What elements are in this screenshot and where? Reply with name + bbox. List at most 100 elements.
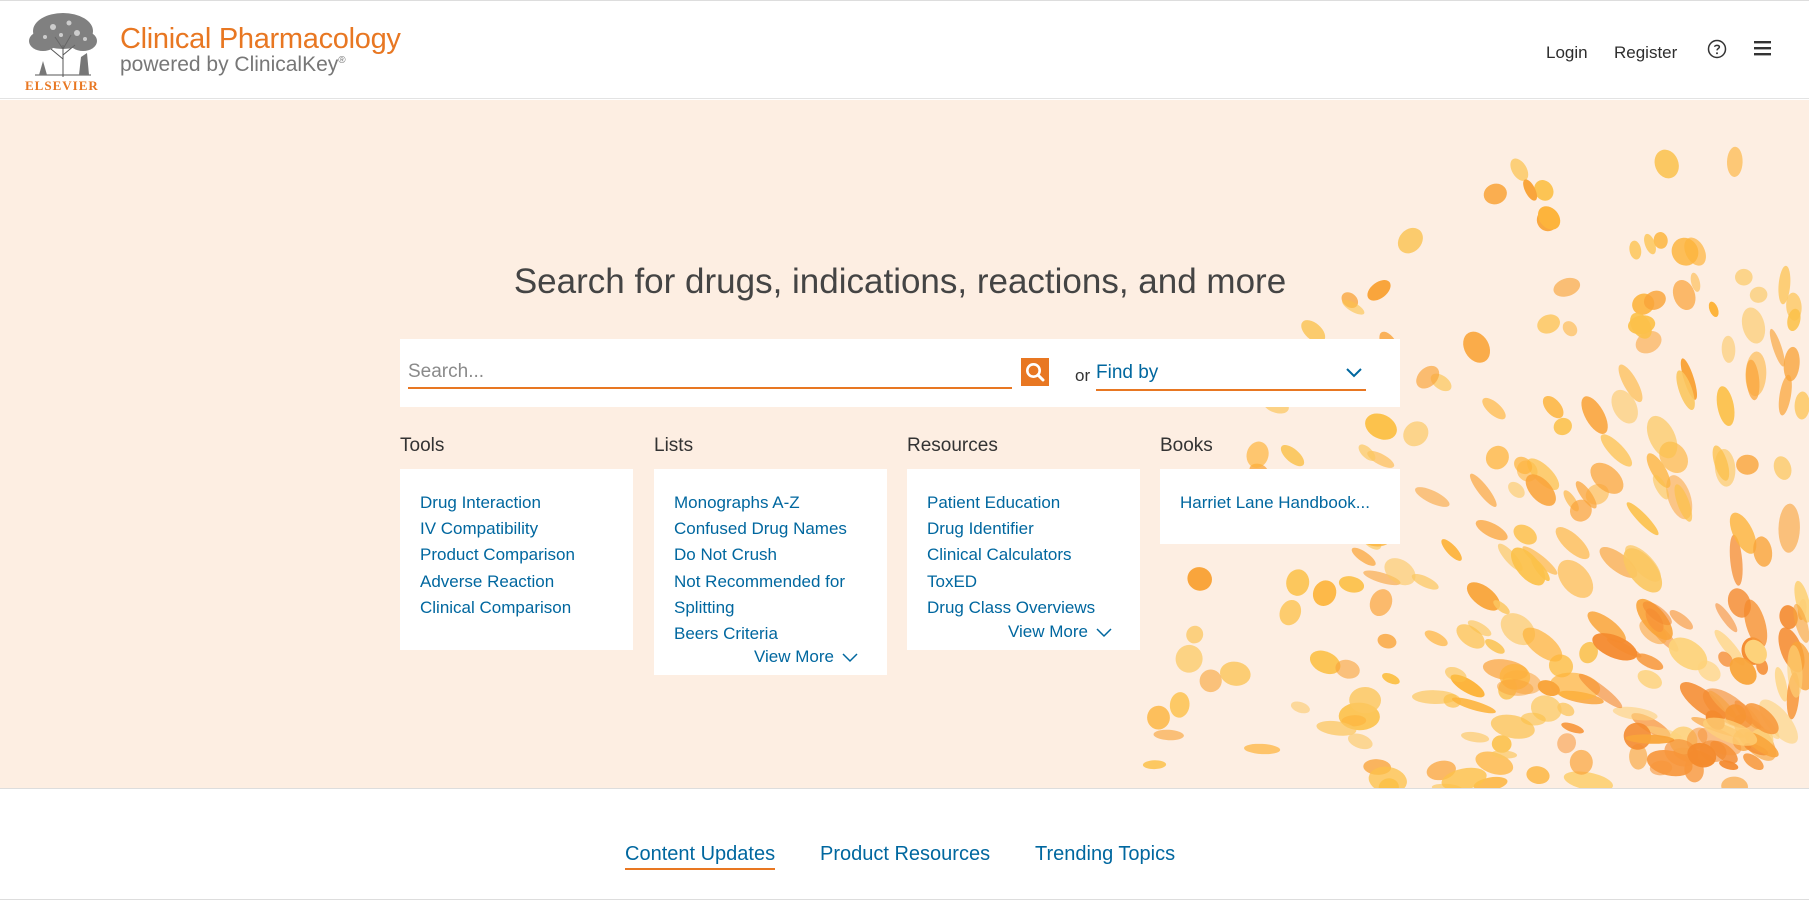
- decorative-petal: [1246, 441, 1269, 468]
- decorative-petal: [1508, 481, 1525, 498]
- search-input[interactable]: [408, 357, 1012, 389]
- brand-subtitle: powered by ClinicalKey®: [120, 53, 346, 77]
- books-card: Harriet Lane Handbook...: [1160, 469, 1400, 544]
- decorative-petal: [1290, 701, 1310, 714]
- decorative-petal: [1485, 639, 1505, 654]
- decorative-petal: [1773, 456, 1792, 480]
- tab-content-updates[interactable]: Content Updates: [625, 843, 776, 870]
- resources-heading: Resources: [907, 435, 998, 456]
- list-link-confused-drug-names[interactable]: Confused Drug Names: [674, 516, 887, 542]
- decorative-petal: [1557, 559, 1594, 598]
- lists-view-more-label: View More: [754, 647, 834, 666]
- chevron-down-icon: [842, 652, 858, 662]
- decorative-petal: [1569, 749, 1593, 775]
- tools-card: Drug Interaction IV Compatibility Produc…: [400, 469, 633, 650]
- decorative-petal: [1382, 673, 1400, 685]
- list-link-not-recommended[interactable]: Not Recommended for: [674, 569, 887, 595]
- registered-mark: ®: [338, 55, 346, 66]
- decorative-petal: [1384, 558, 1416, 586]
- decorative-petal: [1142, 760, 1167, 770]
- content-tabs: Content Updates Product Resources Trendi…: [0, 788, 1809, 900]
- decorative-petal: [1716, 386, 1735, 426]
- decorative-petal: [1369, 589, 1393, 617]
- decorative-petal: [1783, 346, 1800, 382]
- decorative-petal: [1637, 670, 1662, 689]
- decorative-petal: [1411, 573, 1439, 590]
- decorative-petal: [1244, 743, 1281, 755]
- find-by-dropdown[interactable]: Find by: [1096, 359, 1366, 391]
- decorative-petal: [1403, 421, 1429, 447]
- search-button[interactable]: [1021, 358, 1049, 386]
- magnifier-icon: [1026, 363, 1045, 382]
- resource-link-drug-identifier[interactable]: Drug Identifier: [927, 516, 1140, 542]
- decorative-petal: [1338, 576, 1365, 593]
- tab-product-resources[interactable]: Product Resources: [820, 843, 990, 868]
- tool-link-clinical-comparison[interactable]: Clinical Comparison: [420, 595, 633, 621]
- resource-link-drug-class-overviews[interactable]: Drug Class Overviews: [927, 595, 1140, 621]
- chevron-down-icon: [1346, 368, 1362, 378]
- resources-card: Patient Education Drug Identifier Clinic…: [907, 469, 1140, 650]
- list-link-beers-criteria[interactable]: Beers Criteria: [674, 621, 887, 647]
- or-label: or: [1075, 366, 1091, 385]
- search-panel: or Find by: [400, 339, 1400, 407]
- decorative-petal: [1147, 705, 1170, 730]
- login-link[interactable]: Login: [1546, 43, 1588, 63]
- books-heading: Books: [1160, 435, 1213, 456]
- decorative-petal: [1412, 690, 1457, 705]
- resources-view-more[interactable]: View More: [1008, 622, 1112, 642]
- decorative-petal: [1555, 527, 1590, 560]
- decorative-petal: [1279, 599, 1302, 626]
- decorative-petal: [1469, 473, 1497, 507]
- decorative-petals-illustration: [1142, 146, 1809, 788]
- decorative-petal: [1726, 146, 1743, 177]
- decorative-petal: [1286, 569, 1310, 596]
- resources-view-more-label: View More: [1008, 622, 1088, 641]
- decorative-petal: [1626, 502, 1659, 536]
- help-circle-icon[interactable]: [1707, 39, 1727, 59]
- decorative-petal: [1186, 625, 1204, 644]
- decorative-petal: [1153, 729, 1184, 741]
- decorative-petal: [1280, 445, 1305, 467]
- decorative-petal: [1475, 519, 1508, 541]
- decorative-petal: [1199, 669, 1222, 693]
- list-link-splitting[interactable]: Splitting: [674, 595, 887, 621]
- decorative-petal: [1708, 301, 1719, 317]
- find-by-label: Find by: [1096, 362, 1159, 383]
- resource-link-clinical-calculators[interactable]: Clinical Calculators: [927, 542, 1140, 568]
- decorative-petal: [1561, 722, 1584, 734]
- decorative-petal: [1513, 524, 1537, 545]
- tool-link-drug-interaction[interactable]: Drug Interaction: [420, 490, 633, 516]
- resource-link-toxed[interactable]: ToxED: [927, 569, 1140, 595]
- resource-link-patient-education[interactable]: Patient Education: [927, 490, 1140, 516]
- hero-section: Search for drugs, indications, reactions…: [0, 100, 1809, 788]
- tool-link-iv-compatibility[interactable]: IV Compatibility: [420, 516, 633, 542]
- hamburger-menu-icon[interactable]: [1753, 39, 1773, 57]
- decorative-petal: [1169, 692, 1190, 718]
- list-link-do-not-crush[interactable]: Do Not Crush: [674, 542, 887, 568]
- tool-link-product-comparison[interactable]: Product Comparison: [420, 542, 633, 568]
- decorative-petal: [1365, 413, 1397, 440]
- chevron-down-icon: [1096, 627, 1112, 637]
- decorative-petal: [1629, 240, 1642, 260]
- decorative-petal: [1794, 391, 1809, 420]
- register-link[interactable]: Register: [1614, 43, 1677, 63]
- decorative-petal: [1187, 567, 1212, 591]
- brand-title[interactable]: Clinical Pharmacology: [120, 23, 401, 56]
- decorative-petal: [1526, 766, 1550, 785]
- decorative-petal: [1219, 661, 1251, 686]
- list-link-monographs[interactable]: Monographs A-Z: [674, 490, 887, 516]
- hero-heading: Search for drugs, indications, reactions…: [513, 262, 1287, 301]
- decorative-petal: [1461, 731, 1490, 743]
- tool-link-adverse-reaction[interactable]: Adverse Reaction: [420, 569, 633, 595]
- decorative-petal: [1721, 776, 1748, 788]
- decorative-petal: [1377, 633, 1397, 649]
- decorative-petal: [1424, 630, 1448, 647]
- decorative-petal: [1483, 183, 1507, 205]
- lists-view-more[interactable]: View More: [754, 647, 858, 667]
- decorative-petal: [1721, 335, 1736, 363]
- book-link-harriet-lane[interactable]: Harriet Lane Handbook...: [1180, 490, 1400, 516]
- decorative-petal: [1397, 227, 1423, 254]
- decorative-petal: [1415, 487, 1450, 507]
- decorative-petal: [1510, 158, 1529, 181]
- tab-trending-topics[interactable]: Trending Topics: [1035, 843, 1175, 868]
